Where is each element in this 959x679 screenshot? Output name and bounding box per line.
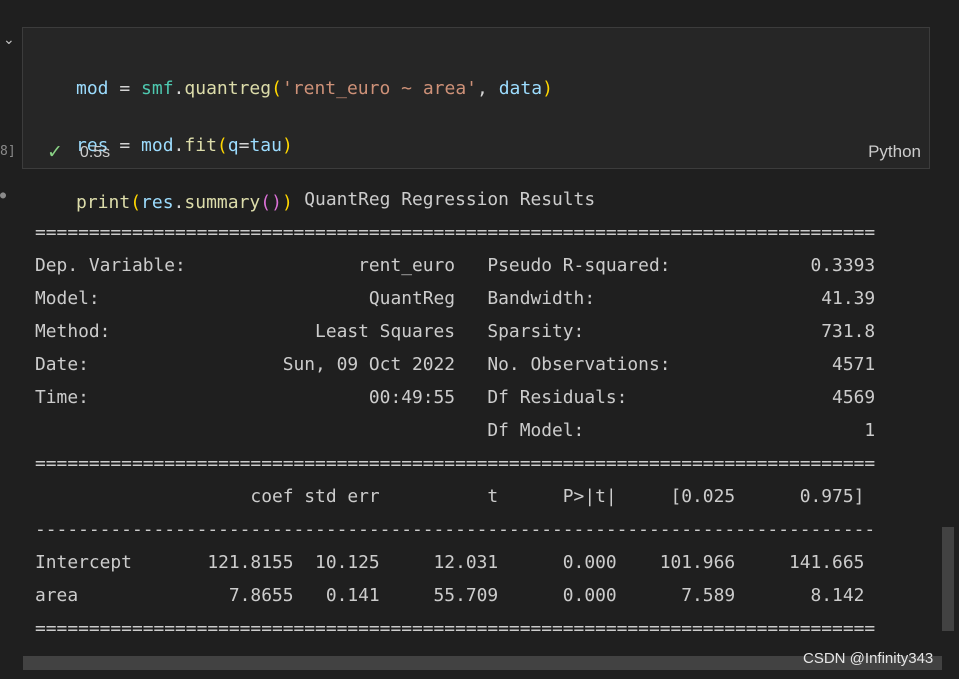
output-text: QuantReg Regression Results ============… (35, 189, 876, 639)
execution-count: 8] (0, 144, 16, 159)
success-check-icon: ✓ (47, 142, 63, 163)
code-line-2: res = mod.fit(q=tau) (76, 134, 293, 156)
vertical-scrollbar-thumb[interactable] (942, 527, 954, 631)
collapse-chevron-icon[interactable]: ⌄ (3, 32, 15, 48)
execution-time: 0.5s (79, 143, 111, 161)
cell-output: QuantReg Regression Results ============… (35, 183, 932, 643)
code-line-1: mod = smf.quantreg('rent_euro ~ area', d… (76, 77, 553, 99)
cell-status: ✓ 0.5s (47, 141, 110, 164)
watermark: CSDN @Infinity343 (803, 650, 934, 667)
language-selector[interactable]: Python (868, 142, 921, 162)
cell-gutter-marker: ● (0, 190, 7, 201)
code-cell[interactable]: mod = smf.quantreg('rent_euro ~ area', d… (22, 27, 930, 213)
